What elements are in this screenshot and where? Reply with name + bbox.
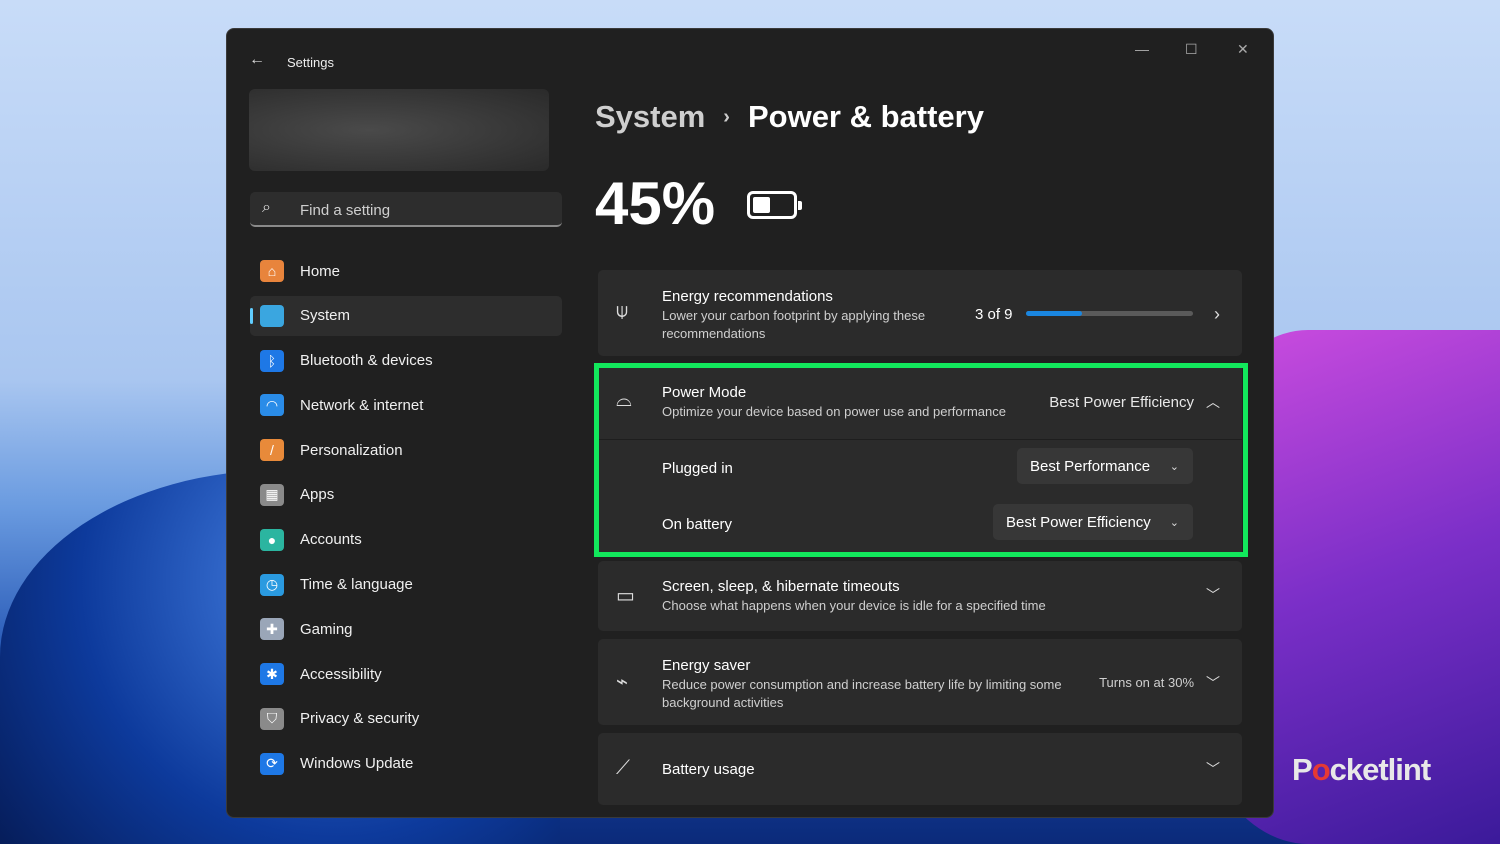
apps-icon: ▦: [260, 484, 284, 506]
maximize-button[interactable]: ☐: [1185, 41, 1198, 58]
sidebar-item-personalization[interactable]: / Personalization: [250, 430, 562, 470]
card-title: Energy recommendations: [662, 288, 833, 305]
sidebar-item-label: Gaming: [300, 621, 353, 638]
page-title: Power & battery: [748, 99, 984, 135]
bluetooth-icon: ᛒ: [260, 350, 284, 372]
highlight-box: [594, 363, 1248, 557]
sidebar-item-label: Personalization: [300, 442, 403, 459]
card-subtitle: Lower your carbon footprint by applying …: [662, 307, 962, 343]
battery-usage-card[interactable]: ⟋ Battery usage ﹀: [598, 733, 1242, 805]
logo-text: P: [1292, 752, 1312, 787]
sidebar-item-accessibility[interactable]: ✱ Accessibility: [250, 654, 562, 694]
sidebar-nav: ⌂ Home System ᛒ Bluetooth & devices ◠ Network …: [250, 251, 562, 789]
sidebar-item-apps[interactable]: ▦ Apps: [250, 475, 562, 515]
chevron-right-icon: ›: [1214, 304, 1220, 325]
chart-line-icon: ⟋: [616, 757, 630, 780]
breadcrumb-parent[interactable]: System: [595, 99, 705, 135]
battery-icon: [747, 191, 797, 219]
sidebar-item-time-language[interactable]: ◷ Time & language: [250, 565, 562, 605]
wifi-icon: ◠: [260, 394, 284, 416]
recommendations-progress: [1026, 311, 1193, 316]
sidebar-item-label: Time & language: [300, 576, 413, 593]
accessibility-icon: ✱: [260, 663, 284, 685]
home-icon: ⌂: [260, 260, 284, 282]
search-icon: ⌕: [262, 199, 271, 217]
logo-text: o: [1312, 752, 1330, 787]
pocketlint-watermark: Pocketlint: [1292, 752, 1430, 788]
sidebar-item-label: Home: [300, 263, 340, 280]
chevron-down-icon: ﹀: [1206, 759, 1220, 779]
sidebar-item-label: Network & internet: [300, 397, 423, 414]
sidebar-item-label: Apps: [300, 486, 334, 503]
leaf-icon: ⍦: [616, 300, 628, 323]
search-input[interactable]: ⌕ Find a setting: [250, 192, 562, 227]
sidebar-item-accounts[interactable]: ● Accounts: [250, 520, 562, 560]
sidebar-item-label: System: [300, 307, 350, 324]
chevron-down-icon: ﹀: [1206, 585, 1220, 605]
profile-blurred: [249, 89, 549, 171]
energy-saver-card[interactable]: ⌁ Energy saver Reduce power consumption …: [598, 639, 1242, 725]
minimize-button[interactable]: —: [1135, 41, 1149, 57]
settings-window: ← Settings — ☐ ✕ ⌕ Find a setting ⌂ Home S…: [226, 28, 1274, 818]
card-subtitle: Reduce power consumption and increase ba…: [662, 676, 1062, 712]
battery-percent: 45%: [595, 169, 715, 238]
card-title: Screen, sleep, & hibernate timeouts: [662, 578, 900, 595]
screen-sleep-card[interactable]: ▭ Screen, sleep, & hibernate timeouts Ch…: [598, 561, 1242, 631]
sidebar-item-label: Accounts: [300, 531, 362, 548]
card-title: Energy saver: [662, 657, 750, 674]
monitor-icon: [260, 305, 284, 327]
energy-saver-icon: ⌁: [616, 669, 628, 694]
sidebar-item-home[interactable]: ⌂ Home: [250, 251, 562, 291]
search-placeholder: Find a setting: [300, 202, 390, 219]
chevron-right-icon: ›: [723, 106, 730, 129]
sidebar-item-label: Windows Update: [300, 755, 413, 772]
logo-text: cketlint: [1330, 752, 1431, 787]
title-bar: ← Settings — ☐ ✕: [227, 29, 1273, 89]
shield-icon: ⛉: [260, 708, 284, 730]
energy-recommendations-card[interactable]: ⍦ Energy recommendations Lower your carb…: [598, 270, 1242, 356]
chevron-down-icon: ﹀: [1206, 673, 1220, 693]
card-title: Battery usage: [662, 761, 755, 778]
brush-icon: /: [260, 439, 284, 461]
gamepad-icon: ✚: [260, 618, 284, 640]
sidebar-item-windows-update[interactable]: ⟳ Windows Update: [250, 744, 562, 784]
sidebar-item-privacy-security[interactable]: ⛉ Privacy & security: [250, 699, 562, 739]
sidebar-item-label: Bluetooth & devices: [300, 352, 433, 369]
back-arrow-icon[interactable]: ←: [249, 51, 265, 69]
sidebar-item-network-internet[interactable]: ◠ Network & internet: [250, 385, 562, 425]
globe-clock-icon: ◷: [260, 574, 284, 596]
close-button[interactable]: ✕: [1237, 41, 1249, 58]
recommendations-count: 3 of 9: [975, 306, 1013, 323]
app-title: Settings: [287, 55, 334, 70]
update-icon: ⟳: [260, 753, 284, 775]
card-subtitle: Choose what happens when your device is …: [662, 597, 1046, 615]
energy-saver-value: Turns on at 30%: [1099, 675, 1194, 690]
screen-sleep-icon: ▭: [616, 583, 635, 608]
sidebar-item-label: Accessibility: [300, 666, 382, 683]
person-icon: ●: [260, 529, 284, 551]
sidebar-item-gaming[interactable]: ✚ Gaming: [250, 609, 562, 649]
sidebar-item-label: Privacy & security: [300, 710, 419, 727]
sidebar-item-bluetooth-devices[interactable]: ᛒ Bluetooth & devices: [250, 341, 562, 381]
sidebar-item-system[interactable]: System: [250, 296, 562, 336]
breadcrumb: System › Power & battery: [595, 99, 984, 135]
